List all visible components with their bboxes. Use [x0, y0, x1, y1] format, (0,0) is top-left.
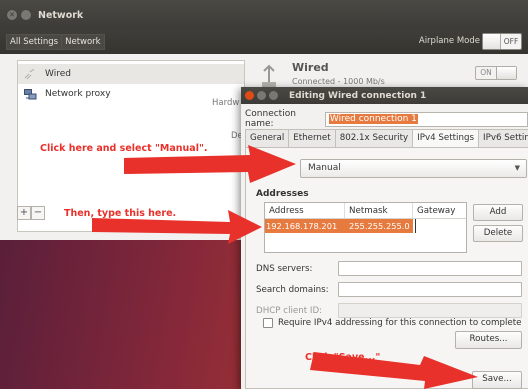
- maximize-icon[interactable]: [269, 91, 278, 100]
- switch-knob: [483, 34, 501, 49]
- device-label: Network proxy: [45, 89, 111, 99]
- annotation-select-manual: Click here and select "Manual".: [40, 143, 208, 154]
- dialog-titlebar: Editing Wired connection 1: [241, 87, 528, 104]
- search-domains-label: Search domains:: [256, 284, 329, 295]
- device-item-wired[interactable]: Wired: [18, 64, 244, 84]
- device-label: Wired: [45, 69, 71, 79]
- remove-device-button[interactable]: −: [31, 206, 45, 220]
- tab-ipv4-settings[interactable]: IPv4 Settings: [412, 129, 480, 147]
- wired-on-switch[interactable]: ON: [475, 66, 517, 80]
- airplane-mode-switch[interactable]: OFF: [482, 33, 522, 50]
- routes-button[interactable]: Routes...: [455, 331, 522, 349]
- switch-state: ON: [480, 68, 492, 77]
- addresses-header: Addresses: [256, 189, 309, 199]
- window-title: Network: [38, 9, 84, 21]
- connection-name-input[interactable]: Wired connection 1: [324, 111, 528, 127]
- close-icon[interactable]: ✕: [7, 10, 17, 20]
- require-ipv4-label: Require IPv4 addressing for this connect…: [278, 318, 522, 328]
- tab-ethernet[interactable]: Ethernet: [288, 129, 336, 147]
- gateway-cell[interactable]: [415, 219, 466, 233]
- search-domains-input[interactable]: [338, 282, 522, 297]
- switch-knob: [496, 67, 516, 79]
- airplane-mode-label: Airplane Mode: [418, 36, 480, 46]
- tab-8021x-security[interactable]: 802.1x Security: [334, 129, 414, 147]
- network-breadcrumb-button[interactable]: Network: [62, 34, 105, 50]
- delete-address-button[interactable]: Delete: [473, 225, 523, 242]
- table-header: Address Netmask Gateway: [265, 203, 466, 219]
- dhcp-client-id-input: [338, 303, 522, 318]
- switch-state: OFF: [503, 37, 519, 46]
- all-settings-button[interactable]: All Settings: [6, 34, 63, 50]
- require-ipv4-row[interactable]: Require IPv4 addressing for this connect…: [263, 318, 521, 328]
- dialog-title: Editing Wired connection 1: [289, 90, 427, 101]
- tab-general[interactable]: General: [245, 129, 290, 147]
- toolbar: All Settings Network Airplane Mode OFF: [0, 30, 528, 54]
- netmask-cell[interactable]: 255.255.255.0: [345, 219, 413, 233]
- method-dropdown[interactable]: Manual ▼: [300, 159, 527, 178]
- window-titlebar: ✕ Network: [0, 0, 528, 30]
- require-ipv4-checkbox[interactable]: [263, 318, 273, 328]
- save-button[interactable]: Save...: [472, 371, 522, 389]
- add-device-button[interactable]: +: [17, 206, 31, 220]
- dropdown-arrow-icon: ▼: [514, 164, 520, 172]
- close-icon[interactable]: [245, 91, 254, 100]
- network-proxy-icon: [24, 88, 37, 99]
- addresses-table: Address Netmask Gateway 192.168.178.201 …: [264, 202, 467, 253]
- table-row[interactable]: 192.168.178.201 255.255.255.0: [265, 219, 466, 233]
- connection-name-label: Connection name:: [245, 109, 296, 129]
- tab-ipv6-settings[interactable]: IPv6 Settings: [478, 129, 528, 147]
- column-address[interactable]: Address: [265, 203, 345, 218]
- annotation-type-here: Then, type this here.: [64, 208, 177, 219]
- search-domains-row: Search domains:: [256, 282, 522, 297]
- edit-connection-dialog: Editing Wired connection 1 Connection na…: [241, 87, 528, 389]
- dialog-tabs: General Ethernet 802.1x Security IPv4 Se…: [245, 129, 528, 147]
- ipv4-settings-panel: Manual ▼ Addresses Address Netmask Gatew…: [245, 147, 528, 389]
- dns-servers-input[interactable]: [338, 261, 522, 276]
- connection-name-value: Wired connection 1: [328, 113, 418, 124]
- add-address-button[interactable]: Add: [473, 204, 523, 221]
- dns-servers-label: DNS servers:: [256, 263, 313, 274]
- column-netmask[interactable]: Netmask: [345, 203, 413, 218]
- column-gateway[interactable]: Gateway: [413, 203, 466, 218]
- dns-servers-row: DNS servers:: [256, 261, 522, 276]
- dhcp-client-id-row: DHCP client ID:: [256, 303, 522, 318]
- hardware-address-label: Hardw: [212, 98, 240, 108]
- wired-icon: [24, 68, 35, 79]
- connection-name-row: Connection name: Wired connection 1: [245, 109, 528, 129]
- annotation-click-save: Click "Save...": [305, 352, 381, 363]
- dhcp-client-id-label: DHCP client ID:: [256, 305, 323, 316]
- device-item-network-proxy[interactable]: Network proxy: [18, 84, 244, 104]
- device-list-buttons: + −: [17, 206, 45, 220]
- method-value: Manual: [308, 163, 341, 173]
- wired-title: Wired: [292, 61, 329, 74]
- address-cell[interactable]: 192.168.178.201: [265, 219, 345, 233]
- wired-status: Connected - 1000 Mb/s: [292, 77, 385, 86]
- minimize-icon[interactable]: [21, 10, 31, 20]
- minimize-icon[interactable]: [257, 91, 266, 100]
